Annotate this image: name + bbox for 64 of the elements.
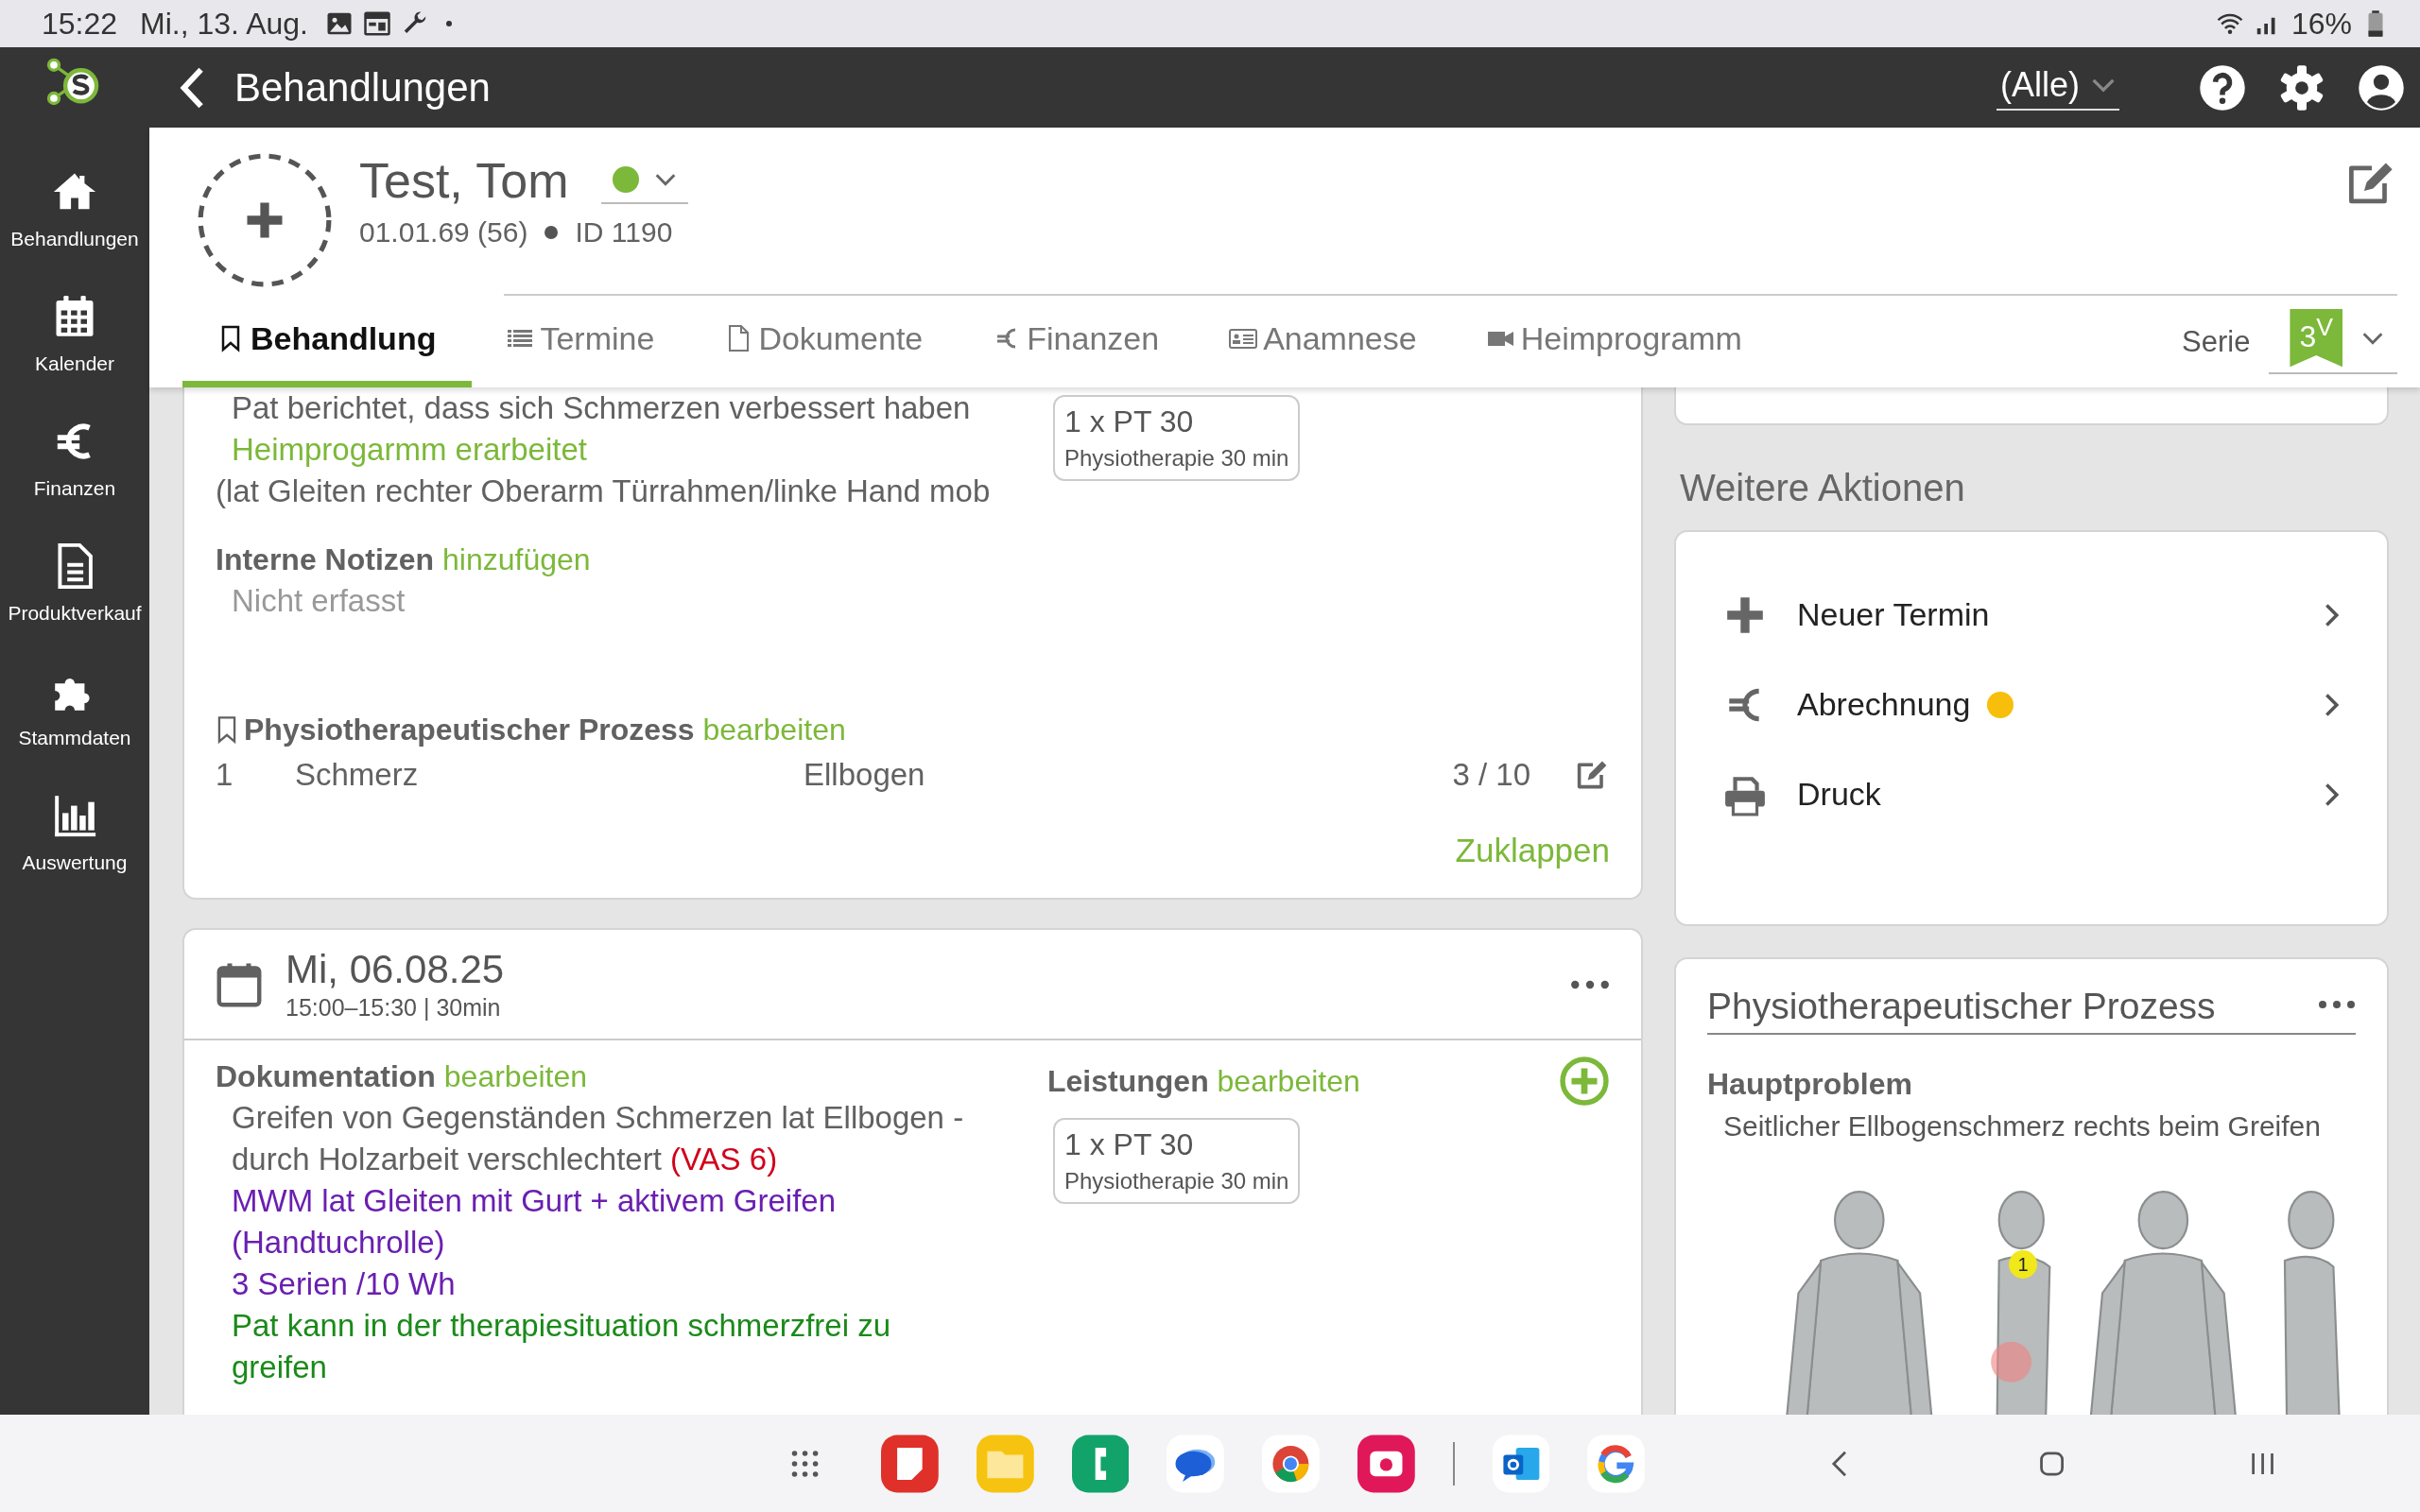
- notes-heading: Interne Notizen hinzufügen: [216, 541, 592, 578]
- appointment-date: Mi, 06.08.25: [285, 947, 505, 992]
- notification-dot-icon: [443, 19, 454, 28]
- documentation-text: Pat kann in der therapiesituation schmerzfrei zu greifen: [231, 1307, 892, 1386]
- page-title: Behandlungen: [234, 64, 491, 111]
- status-date: Mi., 13. Aug.: [140, 6, 308, 42]
- action-item[interactable]: Abrechnung: [1676, 660, 2387, 749]
- separator-dot-icon: [544, 226, 559, 239]
- pain-marker[interactable]: 1: [2009, 1250, 2037, 1279]
- sidebar-item[interactable]: Kalender: [0, 271, 149, 396]
- documentation-text: Greifen von Gegenständen Schmerzen lat Ellbogen - durch Holzarbeit verschlechtert (VAS 6): [231, 1099, 965, 1178]
- chevron-right-icon: [2323, 601, 2340, 628]
- user-account-icon[interactable]: [2358, 63, 2405, 112]
- documentation-text: Pat berichtet, dass sich Schmerzen verbessert haben: [231, 389, 972, 427]
- status-time: 15:22: [42, 6, 118, 42]
- notes-value: Nicht erfasst: [231, 582, 406, 620]
- service-chip[interactable]: 1 x PT 30 Physiotherapie 30 min: [1053, 395, 1301, 481]
- series-label: Serie: [2182, 324, 2251, 359]
- settings-icon[interactable]: [2278, 63, 2325, 112]
- bookmark-icon: [216, 715, 238, 744]
- services-heading: Leistungen bearbeiten: [1047, 1063, 1360, 1100]
- documentation-text: 3 Serien /10 Wh: [231, 1265, 457, 1303]
- tab[interactable]: Anamnese: [1195, 296, 1453, 387]
- documentation-text: Heimprogarmm erarbeitet: [231, 431, 588, 469]
- patient-id: ID 1190: [575, 216, 673, 249]
- main-problem-label: Hauptproblem: [1707, 1066, 1913, 1103]
- tab[interactable]: Heimprogramm: [1452, 296, 1778, 387]
- tab[interactable]: Dokumente: [690, 296, 959, 387]
- process-heading: Physiotherapeutischer Prozess bearbeiten: [244, 712, 846, 748]
- caret-icon: [2091, 77, 2116, 93]
- section-title: Weitere Aktionen: [1680, 467, 1966, 509]
- row-number: 1: [216, 757, 234, 793]
- sidebar-item[interactable]: Produktverkauf: [0, 521, 149, 645]
- tab[interactable]: Finanzen: [959, 296, 1196, 387]
- help-icon[interactable]: [2199, 63, 2246, 112]
- more-icon[interactable]: [1570, 978, 1610, 990]
- sidebar-item[interactable]: Behandlungen: [0, 146, 149, 271]
- service-chip[interactable]: 1 x PT 30 Physiotherapie 30 min: [1053, 1118, 1301, 1204]
- sidebar-item[interactable]: Stammdaten: [0, 645, 149, 770]
- documentation-heading: Dokumentation bearbeiten: [216, 1058, 588, 1095]
- caret-icon: [653, 173, 677, 186]
- caret-icon: [2361, 331, 2384, 345]
- documentation-text: MWM lat Gleiten mit Gurt + aktivem Greifen (Handtuchrolle): [231, 1182, 838, 1262]
- patient-name: Test, Tom: [359, 152, 569, 209]
- battery-level: 16%: [2290, 6, 2352, 42]
- sidebar-item[interactable]: Finanzen: [0, 396, 149, 521]
- sidebar-item[interactable]: Auswertung: [0, 770, 149, 895]
- action-item[interactable]: Neuer Termin: [1676, 570, 2387, 660]
- problem-location: Ellbogen: [804, 757, 926, 793]
- documentation-text: (lat Gleiten rechter Oberarm Türrahmen/linke Hand mob: [216, 472, 992, 510]
- calendar-icon: [362, 9, 391, 38]
- panel-title: Physiotherapeutischer Prozess: [1707, 986, 2216, 1027]
- problem-name: Schmerz: [295, 757, 420, 793]
- problem-score: 3 / 10: [1452, 757, 1530, 793]
- birth-date: 01.01.69 (56): [359, 216, 528, 249]
- chevron-right-icon: [2323, 781, 2340, 808]
- filter-dropdown[interactable]: (Alle): [1996, 64, 2119, 111]
- main-problem-text: Seitlicher Ellbogenschmerz rechts beim Greifen: [1722, 1110, 2322, 1143]
- more-icon[interactable]: [2318, 999, 2356, 1010]
- appointment-time: 15:00–15:30 | 30min: [285, 994, 502, 1022]
- add-photo-button[interactable]: [197, 152, 333, 288]
- tab[interactable]: Termine: [472, 296, 691, 387]
- action-item[interactable]: Druck: [1676, 749, 2387, 839]
- chevron-right-icon: [2323, 691, 2340, 718]
